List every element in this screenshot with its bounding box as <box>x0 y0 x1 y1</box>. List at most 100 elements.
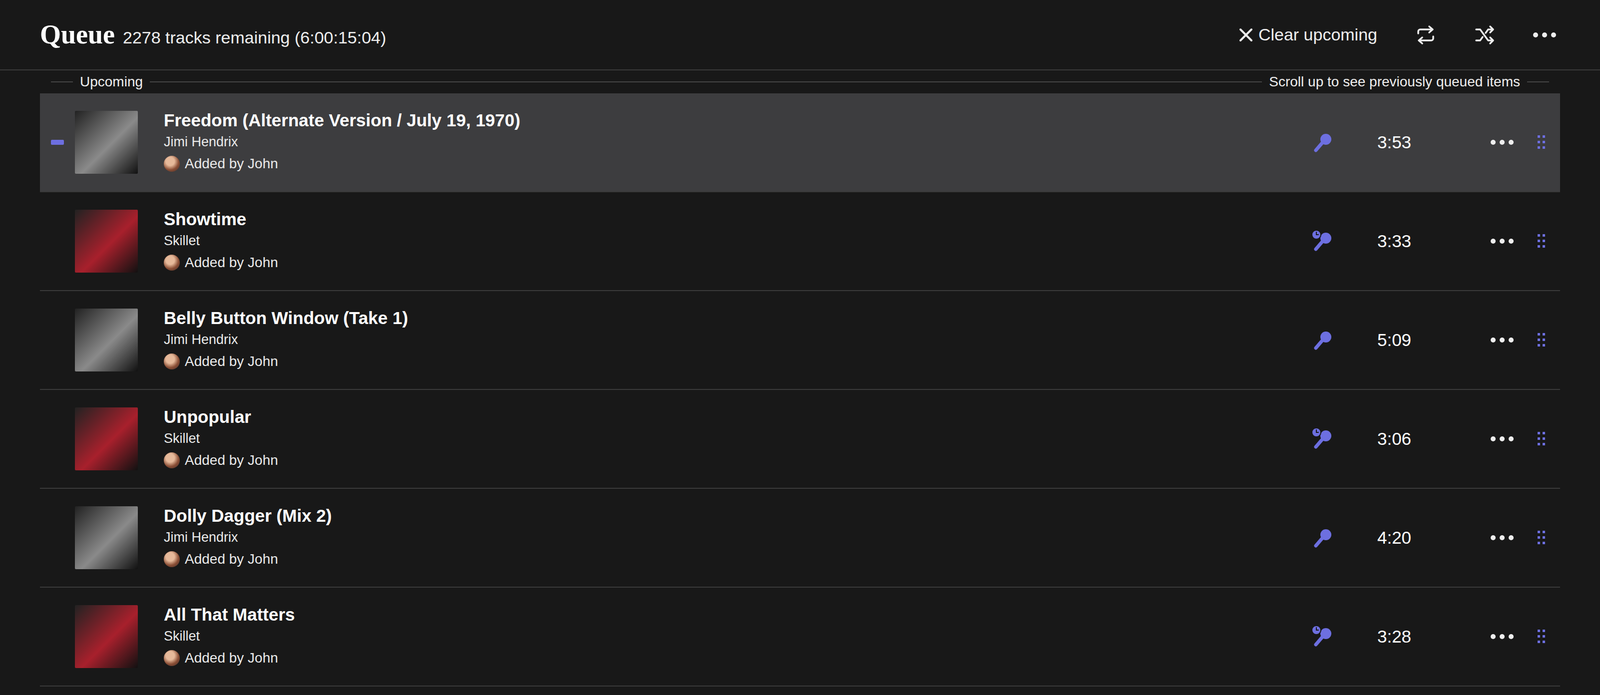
added-by: Added by John <box>163 646 1311 671</box>
added-by-label: Added by John <box>184 151 279 176</box>
track-duration: 3:33 <box>1361 228 1427 255</box>
track-row[interactable]: All That MattersSkilletAdded by John 3:28 <box>39 587 1561 687</box>
track-duration: 4:20 <box>1361 524 1427 552</box>
drag-handle[interactable] <box>1537 530 1546 545</box>
track-row[interactable]: Belly Button Window (Take 1)Jimi Hendrix… <box>39 291 1561 391</box>
clear-upcoming-label: Clear upcoming <box>1258 21 1378 48</box>
track-artist[interactable]: Skillet <box>163 428 1311 449</box>
drag-handle-icon <box>1537 333 1546 348</box>
drag-handle[interactable] <box>1537 135 1546 150</box>
user-avatar <box>163 551 180 568</box>
added-by: Added by John <box>163 349 1311 374</box>
drag-handle-icon <box>1537 234 1546 249</box>
track-artist[interactable]: Skillet <box>163 230 1311 252</box>
lyrics-mic-icon <box>1310 624 1335 649</box>
track-artist[interactable]: Skillet <box>163 626 1311 647</box>
added-by-label: Added by John <box>184 448 279 473</box>
track-row[interactable]: Freedom (Alternate Version / July 19, 19… <box>39 93 1561 193</box>
shuffle-button[interactable] <box>1470 20 1500 50</box>
track-more-button[interactable] <box>1486 234 1518 248</box>
track-more-button[interactable] <box>1486 333 1518 347</box>
current-marker <box>50 337 64 343</box>
current-marker <box>50 238 64 244</box>
queue-more-button[interactable] <box>1529 28 1561 42</box>
user-avatar <box>163 155 180 172</box>
repeat-icon <box>1414 23 1438 47</box>
current-marker <box>50 436 64 442</box>
drag-handle[interactable] <box>1537 333 1546 348</box>
track-row[interactable]: UnpopularSkilletAdded by John 3:06 <box>39 390 1561 489</box>
added-by: Added by John <box>163 448 1311 473</box>
lyrics-mic-icon <box>1310 130 1335 155</box>
track-duration: 3:28 <box>1361 623 1427 651</box>
added-by: Added by John <box>163 151 1311 176</box>
album-art <box>74 308 138 372</box>
album-art <box>74 506 138 570</box>
track-info: UnpopularSkilletAdded by John <box>163 405 1311 473</box>
upcoming-divider: UpcomingScroll up to see previously queu… <box>0 70 1600 94</box>
repeat-button[interactable] <box>1411 20 1441 50</box>
added-by: Added by John <box>163 547 1311 572</box>
track-artist[interactable]: Jimi Hendrix <box>163 329 1311 351</box>
track-artist[interactable]: Jimi Hendrix <box>163 131 1311 153</box>
divider-line <box>149 81 1262 83</box>
user-avatar <box>163 254 180 271</box>
more-icon <box>1489 534 1515 542</box>
added-by-label: Added by John <box>184 646 279 671</box>
track-list: Freedom (Alternate Version / July 19, 19… <box>39 93 1561 687</box>
current-marker <box>50 634 64 640</box>
track-row[interactable]: Dolly Dagger (Mix 2)Jimi HendrixAdded by… <box>39 488 1561 588</box>
track-title[interactable]: Belly Button Window (Take 1) <box>163 306 1311 330</box>
lyrics-mic-icon <box>1310 229 1335 254</box>
user-avatar <box>163 650 180 667</box>
more-icon <box>1489 237 1515 245</box>
track-row[interactable]: ShowtimeSkilletAdded by John 3:33 <box>39 192 1561 292</box>
more-icon <box>1489 336 1515 344</box>
track-title[interactable]: Unpopular <box>163 405 1311 429</box>
track-info: Dolly Dagger (Mix 2)Jimi HendrixAdded by… <box>163 504 1311 572</box>
track-duration: 3:53 <box>1361 129 1427 156</box>
track-more-button[interactable] <box>1486 432 1518 446</box>
header-actions: Clear upcoming <box>1234 18 1561 51</box>
added-by-label: Added by John <box>184 547 279 572</box>
more-icon <box>1489 138 1515 146</box>
drag-handle-icon <box>1537 530 1546 545</box>
lyrics-mic-icon <box>1310 525 1335 550</box>
album-art <box>74 209 138 273</box>
queue-header: Queue 2278 tracks remaining (6:00:15:04) C… <box>0 0 1600 71</box>
queue-summary: 2278 tracks remaining (6:00:15:04) <box>122 24 387 51</box>
upcoming-label: Upcoming <box>79 71 143 93</box>
track-more-button[interactable] <box>1486 135 1518 149</box>
more-icon <box>1489 633 1515 641</box>
track-artist[interactable]: Jimi Hendrix <box>163 527 1311 548</box>
album-art <box>74 605 138 669</box>
added-by: Added by John <box>163 250 1311 275</box>
track-title[interactable]: All That Matters <box>163 603 1311 627</box>
track-title[interactable]: Freedom (Alternate Version / July 19, 19… <box>163 108 1311 132</box>
divider-line <box>50 81 73 83</box>
queue-title: Queue <box>39 18 115 51</box>
drag-handle-icon <box>1537 629 1546 644</box>
track-more-button[interactable] <box>1486 531 1518 545</box>
drag-handle[interactable] <box>1537 234 1546 249</box>
more-icon <box>1532 31 1558 39</box>
drag-handle-icon <box>1537 431 1546 446</box>
clear-upcoming-button[interactable]: Clear upcoming <box>1234 18 1382 51</box>
track-info: Belly Button Window (Take 1)Jimi Hendrix… <box>163 306 1311 374</box>
current-marker <box>50 535 64 541</box>
track-info: ShowtimeSkilletAdded by John <box>163 207 1311 275</box>
added-by-label: Added by John <box>184 250 279 275</box>
track-info: All That MattersSkilletAdded by John <box>163 603 1311 671</box>
track-title[interactable]: Showtime <box>163 207 1311 231</box>
album-art <box>74 110 138 174</box>
more-icon <box>1489 435 1515 443</box>
drag-handle[interactable] <box>1537 629 1546 644</box>
drag-handle-icon <box>1537 135 1546 150</box>
drag-handle[interactable] <box>1537 431 1546 446</box>
track-title[interactable]: Dolly Dagger (Mix 2) <box>163 504 1311 528</box>
track-more-button[interactable] <box>1486 630 1518 644</box>
lyrics-mic-icon <box>1310 328 1335 353</box>
header-title-group: Queue 2278 tracks remaining (6:00:15:04) <box>39 18 387 51</box>
album-art <box>74 407 138 471</box>
track-duration: 3:06 <box>1361 425 1427 453</box>
